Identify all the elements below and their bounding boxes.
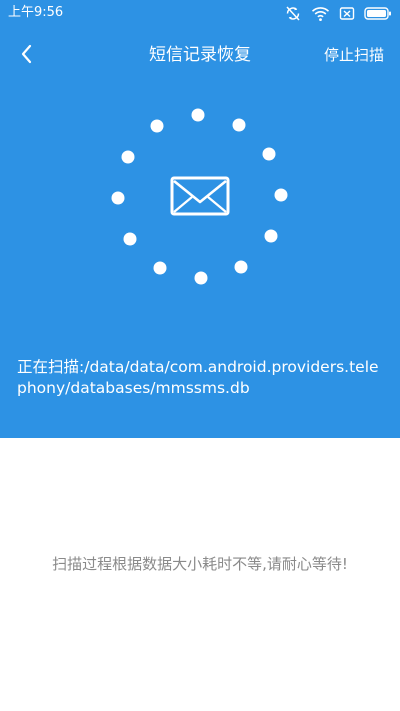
battery-icon: [364, 5, 392, 22]
stop-scan-button[interactable]: 停止扫描: [324, 44, 384, 66]
sim-no-signal-icon: [339, 5, 355, 22]
screen: 上午9:56 短信记录恢复 停止扫描 正在扫描:/data/data/com.a…: [0, 0, 400, 711]
wifi-icon: [311, 5, 330, 22]
loading-dots: [111, 108, 288, 285]
app-header: 短信记录恢复 停止扫描: [0, 27, 400, 85]
scan-panel: 上午9:56 短信记录恢复 停止扫描 正在扫描:/data/data/com.a…: [0, 0, 400, 438]
envelope-icon: [170, 176, 230, 216]
scan-progress-indicator: [105, 104, 295, 294]
scan-path-text: 正在扫描:/data/data/com.android.providers.te…: [17, 358, 379, 397]
status-bar: 上午9:56: [0, 0, 400, 27]
status-time: 上午9:56: [8, 5, 64, 20]
status-icons: [284, 5, 392, 22]
scan-hint-text: 扫描过程根据数据大小耗时不等,请耐心等待!: [52, 555, 348, 573]
sync-off-icon: [284, 5, 302, 22]
